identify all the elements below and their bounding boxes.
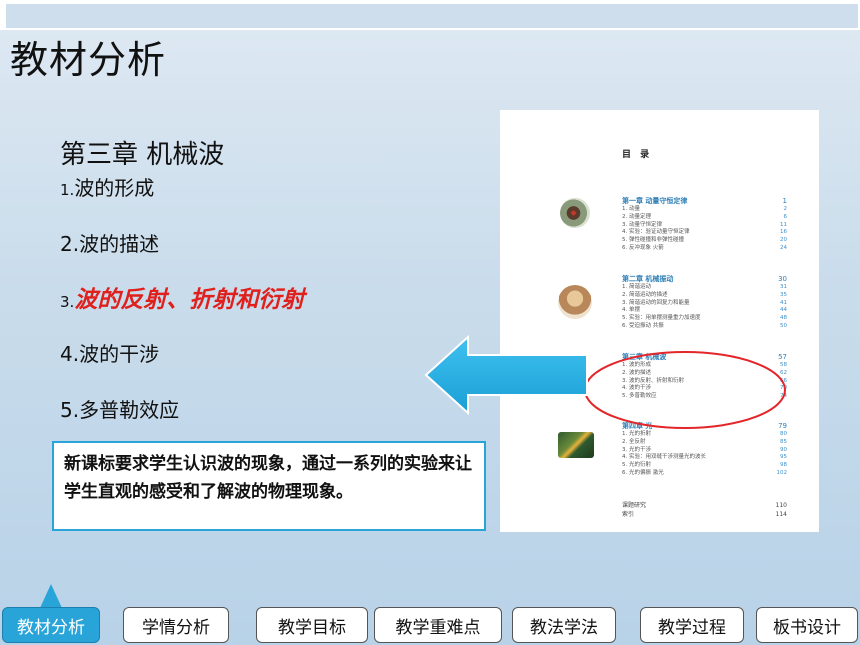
toc-item-page: 31 xyxy=(780,284,787,290)
toc-extra-page: 110 xyxy=(775,502,787,509)
toc-item: 5. 弹性碰撞和非弹性碰撞 xyxy=(622,237,684,244)
toc-item-page: 16 xyxy=(780,229,787,236)
toc-item-page: 48 xyxy=(780,315,787,322)
toc-item: 1. 简谐运动 xyxy=(622,284,651,290)
toc-item-page: 41 xyxy=(780,299,787,306)
topic-2: 2.波的描述 xyxy=(60,228,159,257)
topic-5: 5.多普勒效应 xyxy=(60,394,179,423)
toc-extra-index: 索引 114 xyxy=(622,511,787,519)
toc-item: 1. 动量 xyxy=(622,206,640,212)
topic-1-number: 1. xyxy=(60,181,75,199)
nav-tab-student-analysis[interactable]: 学情分析 xyxy=(123,607,229,643)
toc-item-page: 2 xyxy=(783,206,788,212)
toc-item-page: 102 xyxy=(776,469,788,476)
top-band-inner xyxy=(6,4,858,28)
topic-4: 4.波的干涉 xyxy=(60,338,159,367)
topic-5-text: 多普勒效应 xyxy=(79,398,180,422)
chapter-4-butterfly-photo xyxy=(558,432,594,458)
topic-2-text: 波的描述 xyxy=(79,232,160,256)
toc-item: 2. 简谐运动的描述 xyxy=(622,291,668,298)
toc-item: 2. 动量定理 xyxy=(622,213,651,220)
toc-page-number: 1 xyxy=(782,197,787,205)
red-highlight-oval xyxy=(584,351,786,429)
topic-3-text-highlight: 波的反射、折射和衍射 xyxy=(74,287,305,313)
topic-4-text: 波的干涉 xyxy=(79,342,160,366)
toc-item-page: 98 xyxy=(780,462,787,469)
topic-1-text: 波的形成 xyxy=(74,176,155,200)
toc-item-page: 95 xyxy=(780,454,787,461)
top-band xyxy=(0,0,860,30)
topic-1: 1.波的形成 xyxy=(60,172,154,201)
toc-item-page: 35 xyxy=(780,291,787,298)
toc-item-page: 6 xyxy=(783,213,788,220)
toc-item: 5. 光的衍射 xyxy=(622,462,651,469)
toc-item-page: 11 xyxy=(780,221,787,228)
active-nav-pointer-icon xyxy=(40,584,62,608)
toc-item-page: 90 xyxy=(780,446,787,453)
topic-3-number: 3. xyxy=(60,293,75,311)
toc-heading: 目 录 xyxy=(622,150,653,160)
toc-chapter-title: 第一章 动量守恒定律 xyxy=(622,197,688,205)
toc-chapter-title: 第二章 机械振动 xyxy=(622,275,674,283)
topic-2-number: 2. xyxy=(60,232,80,256)
topic-4-number: 4. xyxy=(60,342,80,366)
chapter-title: 第三章 机械波 xyxy=(60,140,225,170)
toc-chapter-2: 第二章 机械振动 30 1. 简谐运动 31 2. 简谐运动的描述 35 3. 简谐运… xyxy=(622,274,787,331)
toc-extra-title: 课题研究 xyxy=(622,502,647,509)
toc-extra-research: 课题研究 110 xyxy=(622,502,787,510)
page-title: 教材分析 xyxy=(10,38,167,82)
toc-item: 6. 反冲现象 火箭 xyxy=(622,244,664,251)
nav-tab-teaching-methods[interactable]: 教法学法 xyxy=(512,607,616,643)
toc-extra-page: 114 xyxy=(775,511,787,518)
left-arrow-icon xyxy=(424,335,588,415)
chapter-2-photo xyxy=(558,285,592,319)
curriculum-note-box: 新课标要求学生认识波的现象，通过一系列的实验来让学生直观的感受和了解波的物理现象… xyxy=(52,441,486,531)
nav-tab-textbook-analysis[interactable]: 教材分析 xyxy=(2,607,100,643)
toc-item-page: 44 xyxy=(780,307,787,314)
nav-tab-key-difficulties[interactable]: 教学重难点 xyxy=(374,607,502,643)
toc-item: 6. 受迫振动 共振 xyxy=(622,322,664,329)
toc-item-page: 20 xyxy=(780,237,787,244)
toc-item: 6. 光的偏振 激光 xyxy=(622,469,664,476)
toc-extra-title: 索引 xyxy=(622,511,635,518)
nav-tab-board-design[interactable]: 板书设计 xyxy=(756,607,858,643)
topic-3: 3.波的反射、折射和衍射 xyxy=(60,280,304,314)
chapter-1-photo xyxy=(560,198,590,228)
toc-item-page: 50 xyxy=(780,322,787,329)
nav-tab-teaching-process[interactable]: 教学过程 xyxy=(640,607,744,643)
toc-item: 2. 全反射 xyxy=(622,438,646,445)
topic-5-number: 5. xyxy=(60,398,80,422)
textbook-toc-page: 目 录 第一章 动量守恒定律 1 1. 动量 2 2. 动量定理 6 3. 动量守恒定… xyxy=(500,110,819,532)
toc-item-page: 24 xyxy=(780,244,787,251)
toc-chapter-1: 第一章 动量守恒定律 1 1. 动量 2 2. 动量定理 6 3. 动量守恒定律 11 … xyxy=(622,196,787,253)
toc-item-page: 85 xyxy=(780,438,787,445)
toc-page-number: 30 xyxy=(778,275,787,283)
nav-tab-teaching-objectives[interactable]: 教学目标 xyxy=(256,607,368,643)
toc-item: 5. 实验：用单摆测量重力加速度 xyxy=(622,315,701,322)
